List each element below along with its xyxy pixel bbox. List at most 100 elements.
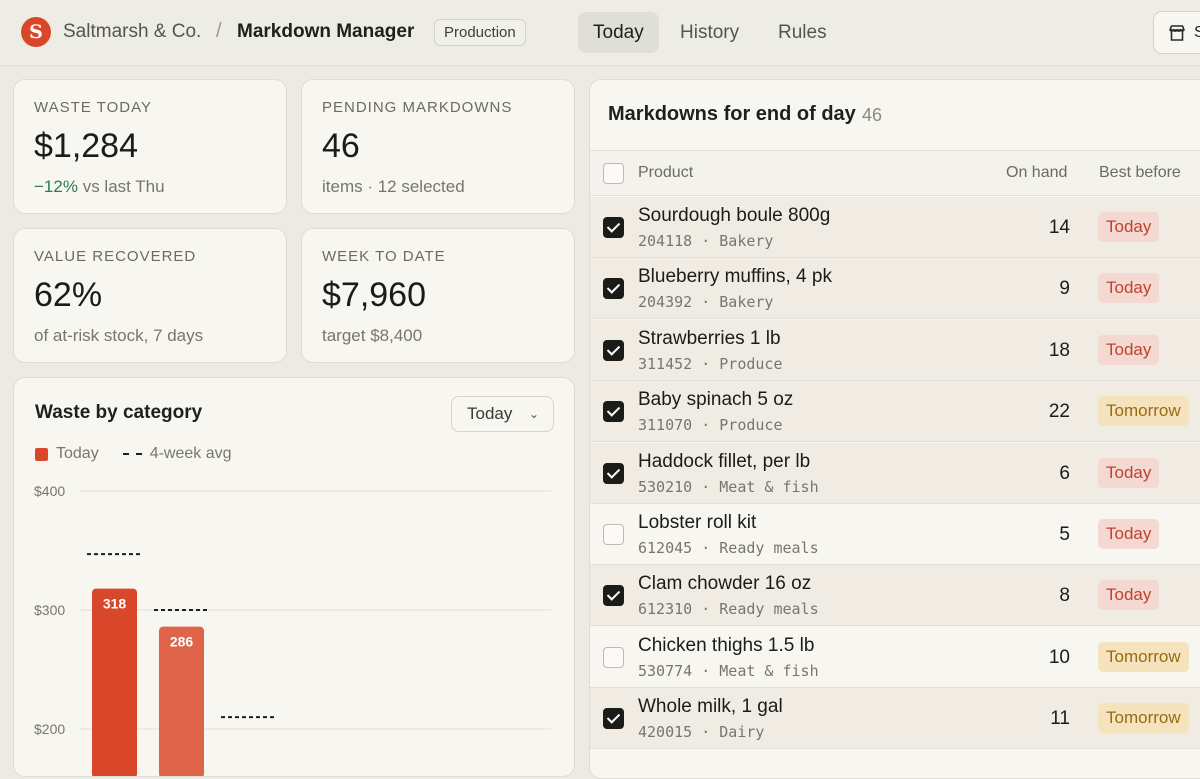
table-row[interactable]: Blueberry muffins, 4 pk 204392 · Bakery 9 T… xyxy=(590,258,1200,320)
store-selector-label: S xyxy=(1194,23,1200,41)
meta-separator: · xyxy=(692,723,720,742)
select-all-checkbox[interactable] xyxy=(603,163,624,184)
product-sku: 530210 xyxy=(638,477,693,496)
product-category: Ready meals xyxy=(719,600,819,619)
meta-separator: · xyxy=(692,600,720,619)
kpi-label: PENDING MARKDOWNS xyxy=(322,99,513,116)
kpi-subtext: of at-risk stock, 7 days xyxy=(34,326,204,345)
product-sku: 204118 xyxy=(638,232,693,250)
column-header-on-hand[interactable]: On hand xyxy=(1006,164,1067,182)
product-meta: 612045 · Ready meals xyxy=(638,539,819,557)
row-checkbox[interactable] xyxy=(603,524,624,545)
on-hand-qty: 22 xyxy=(1048,401,1070,423)
bar-today[interactable] xyxy=(92,588,137,777)
meta-separator: · xyxy=(692,661,720,680)
on-hand-qty: 5 xyxy=(1059,524,1070,545)
waste-by-category-card: Waste by category Today ⌄ Today 4-week a… xyxy=(13,377,575,777)
product-name: Haddock fillet, per lb xyxy=(638,450,811,472)
breadcrumb-separator: / xyxy=(216,20,222,42)
kpi-subtext: target $8,400 xyxy=(322,326,423,345)
table-header: Product On hand Best before xyxy=(590,150,1200,196)
table-row[interactable]: Clam chowder 16 oz 612310 · Ready meals 8 T… xyxy=(590,565,1200,627)
y-tick-label: $200 xyxy=(34,721,65,737)
product-sku: 204392 xyxy=(638,293,693,312)
product-meta: 612310 · Ready meals xyxy=(638,600,819,618)
y-tick-label: $400 xyxy=(34,483,65,499)
row-checkbox[interactable] xyxy=(603,339,624,361)
product-name: Baby spinach 5 oz xyxy=(638,389,794,411)
row-checkbox[interactable] xyxy=(603,401,624,423)
on-hand-qty: 6 xyxy=(1059,462,1070,484)
kpi-subtext: −12% vs last Thu xyxy=(34,177,165,197)
column-header-best-before[interactable]: Best before xyxy=(1099,164,1181,182)
meta-separator: · xyxy=(692,232,720,250)
table-row[interactable]: Sourdough boule 800g 204118 · Bakery 14 Tod… xyxy=(590,197,1200,258)
table-row[interactable]: Chicken thighs 1.5 lb 530774 · Meat & fis… xyxy=(590,627,1200,688)
kpi-label: VALUE RECOVERED xyxy=(34,248,197,265)
row-checkbox[interactable] xyxy=(603,278,624,300)
product-category: Produce xyxy=(719,354,783,373)
app-name: Markdown Manager xyxy=(237,21,415,42)
product-category: Produce xyxy=(719,416,783,435)
kpi-value: $1,284 xyxy=(34,127,138,165)
row-checkbox[interactable] xyxy=(603,708,624,730)
meta-separator: · xyxy=(692,354,720,373)
org-name[interactable]: Saltmarsh & Co. xyxy=(63,21,201,43)
product-name: Clam chowder 16 oz xyxy=(638,573,812,595)
product-name: Lobster roll kit xyxy=(638,512,757,533)
store-selector-button[interactable]: S xyxy=(1153,11,1200,54)
table-row[interactable]: Strawberries 1 lb 311452 · Produce 18 Today xyxy=(590,319,1200,381)
product-sku: 530774 xyxy=(638,661,693,680)
best-before-badge: Today xyxy=(1098,212,1160,242)
on-hand-qty: 9 xyxy=(1059,278,1070,300)
product-name: Whole milk, 1 gal xyxy=(638,696,783,718)
product-name: Sourdough boule 800g xyxy=(638,205,831,226)
best-before-badge: Tomorrow xyxy=(1098,641,1189,672)
product-sku: 420015 xyxy=(638,723,693,742)
tab-history[interactable]: History xyxy=(665,12,754,53)
kpi-value: 46 xyxy=(322,127,360,165)
product-meta: 311070 · Produce xyxy=(638,416,783,434)
meta-separator: · xyxy=(692,477,720,496)
product-category: Bakery xyxy=(719,232,774,250)
table-row[interactable]: Lobster roll kit 612045 · Ready meals 5 Tod… xyxy=(590,504,1200,565)
product-sku: 612045 xyxy=(638,539,693,557)
bar-value-label: 286 xyxy=(170,634,194,650)
bar-value-label: 318 xyxy=(103,596,127,612)
environment-badge: Production xyxy=(434,19,526,46)
row-checkbox[interactable] xyxy=(603,646,624,668)
product-sku: 612310 xyxy=(638,600,693,619)
best-before-badge: Today xyxy=(1098,519,1160,549)
product-meta: 311452 · Produce xyxy=(638,355,783,373)
kpi-value: $7,960 xyxy=(322,276,426,314)
product-meta: 204118 · Bakery xyxy=(638,232,773,250)
product-meta: 530210 · Meat & fish xyxy=(638,478,819,496)
product-name: Strawberries 1 lb xyxy=(638,327,781,349)
kpi-delta: −12% xyxy=(34,177,78,196)
table-row[interactable]: Haddock fillet, per lb 530210 · Meat & fi… xyxy=(590,442,1200,504)
row-checkbox[interactable] xyxy=(603,217,624,238)
row-checkbox[interactable] xyxy=(603,462,624,484)
meta-separator: · xyxy=(692,539,720,557)
product-category: Meat & fish xyxy=(719,477,819,496)
tab-rules[interactable]: Rules xyxy=(763,12,842,53)
product-category: Bakery xyxy=(719,293,774,312)
row-checkbox[interactable] xyxy=(603,585,624,607)
best-before-badge: Today xyxy=(1098,580,1160,611)
markdowns-list-card: Markdowns for end of day 46 Product On h… xyxy=(589,79,1200,779)
column-header-product[interactable]: Product xyxy=(638,164,693,182)
product-meta: 530774 · Meat & fish xyxy=(638,662,819,680)
brand-logo[interactable]: S xyxy=(21,17,51,47)
y-tick-label: $300 xyxy=(34,602,65,618)
waste-chart-plot: $400 $300 $200 318 286 xyxy=(34,483,551,777)
product-name: Blueberry muffins, 4 pk xyxy=(638,266,832,288)
on-hand-qty: 11 xyxy=(1050,708,1070,730)
kpi-card-waste-today: WASTE TODAY $1,284 −12% vs last Thu xyxy=(13,79,287,214)
kpi-card-pending-markdowns: PENDING MARKDOWNS 46 items · 12 selected xyxy=(301,79,575,214)
table-row[interactable]: Baby spinach 5 oz 311070 · Produce 22 Tomor… xyxy=(590,381,1200,443)
on-hand-qty: 14 xyxy=(1048,217,1070,238)
best-before-badge: Today xyxy=(1098,273,1160,304)
kpi-delta-context: vs last Thu xyxy=(82,177,165,196)
tab-today[interactable]: Today xyxy=(578,12,659,53)
table-row[interactable]: Whole milk, 1 gal 420015 · Dairy 11 Tomorro… xyxy=(590,688,1200,750)
